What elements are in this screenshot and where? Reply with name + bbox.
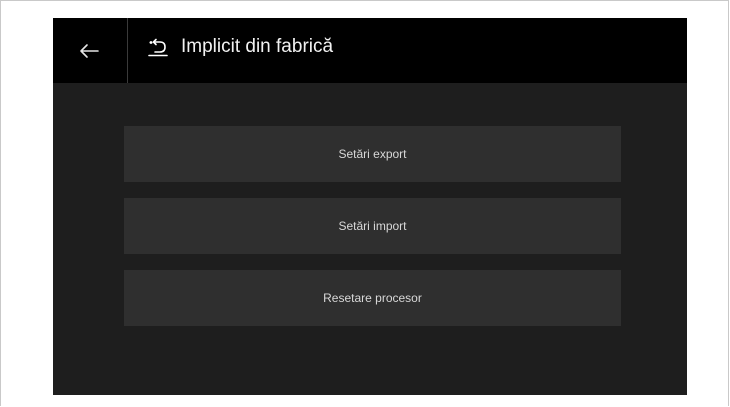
page-title: Implicit din fabrică [181, 36, 334, 57]
reset-processor-button[interactable]: Resetare procesor [124, 270, 621, 326]
arrow-left-icon [80, 43, 99, 58]
header-divider [127, 18, 128, 83]
device-screen: Implicit din fabrică Setări export Setăr… [53, 18, 687, 395]
reset-icon [148, 38, 168, 57]
top-bar: Implicit din fabrică [53, 18, 687, 83]
import-settings-button[interactable]: Setări import [124, 198, 621, 254]
back-button[interactable] [53, 18, 125, 83]
export-settings-button[interactable]: Setări export [124, 126, 621, 182]
